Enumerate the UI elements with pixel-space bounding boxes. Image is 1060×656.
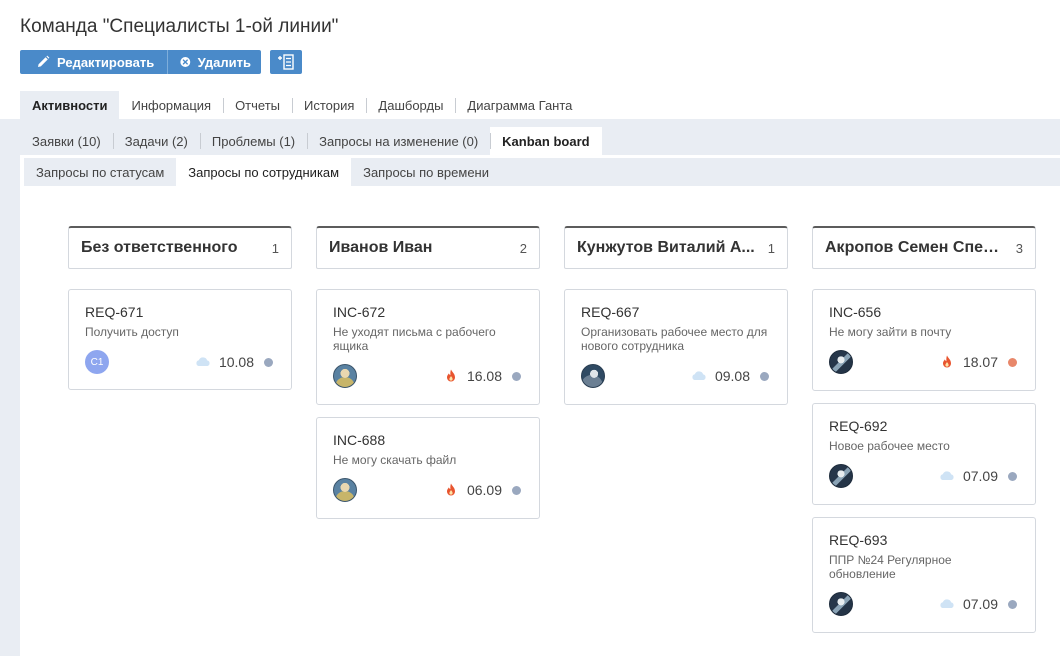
tab-requests[interactable]: Заявки (10) [20, 127, 113, 155]
column-title: Без ответственного [81, 239, 238, 256]
tab-problems[interactable]: Проблемы (1) [199, 127, 307, 155]
card-id: REQ-693 [829, 532, 888, 548]
avatar[interactable] [333, 364, 357, 388]
tab-history[interactable]: История [292, 91, 366, 119]
card-description: Получить доступ [85, 325, 179, 339]
delete-button[interactable]: Удалить [167, 50, 261, 74]
add-to-list-button[interactable] [270, 50, 302, 74]
tab-activities[interactable]: Активности [20, 91, 120, 119]
card-due-date: 07.09 [962, 468, 998, 484]
cloud-icon [940, 599, 954, 608]
avatar[interactable] [829, 464, 853, 488]
column-title: Кунжутов Виталий А... [577, 239, 755, 256]
card-footer: 18.07 [829, 350, 1017, 374]
column-count: 1 [271, 240, 279, 256]
column-count: 2 [519, 240, 527, 256]
kanban-card[interactable]: REQ-693 ППР №24 Регулярное обновление 07… [812, 517, 1036, 633]
tab-by-status[interactable]: Запросы по статусам [24, 158, 176, 186]
column-header[interactable]: Акропов Семен Спец... 3 [812, 226, 1036, 269]
card-id: INC-688 [333, 432, 386, 448]
fire-icon [942, 355, 951, 368]
tab-gantt[interactable]: Диаграмма Ганта [455, 91, 584, 119]
card-description: Не могу скачать файл [333, 453, 457, 467]
card-description: Не могу зайти в почту [829, 325, 952, 339]
avatar[interactable] [829, 592, 853, 616]
status-dot [512, 371, 521, 381]
card-id: REQ-671 [85, 304, 144, 320]
card-id: INC-672 [333, 304, 386, 320]
avatar[interactable] [333, 478, 357, 502]
card-footer: 09.08 [581, 364, 769, 388]
kanban-column: Без ответственного 1 [68, 226, 292, 269]
card-id: INC-656 [829, 304, 882, 320]
card-due-date: 10.08 [218, 354, 254, 370]
column-count: 3 [1015, 240, 1023, 256]
status-dot [1008, 471, 1017, 481]
edit-button-label: Редактировать [57, 54, 155, 70]
card-description: Не уходят письма с рабочего ящика [333, 325, 496, 353]
pencil-icon [38, 55, 50, 67]
column-header[interactable]: Без ответственного 1 [68, 226, 292, 269]
tab-tasks[interactable]: Задачи (2) [112, 127, 200, 155]
column-header[interactable]: Иванов Иван 2 [316, 226, 540, 269]
kanban-card[interactable]: REQ-667 Организовать рабочее место для н… [564, 289, 788, 405]
column-title: Акропов Семен Спец... [825, 239, 1005, 256]
kanban-card[interactable]: REQ-671 Получить доступ С1 10.08 [68, 289, 292, 390]
tab-reports[interactable]: Отчеты [223, 91, 292, 119]
remove-circle-icon [180, 57, 191, 67]
delete-button-label: Удалить [197, 54, 251, 70]
main-tabs: Активности Информация Отчеты История Даш… [20, 91, 584, 119]
kanban-column: Иванов Иван 2 [316, 226, 540, 269]
avatar[interactable]: С1 [85, 350, 109, 374]
cloud-icon [692, 371, 706, 380]
card-description: Организовать рабочее место для нового со… [581, 325, 768, 353]
sub-tabs: Заявки (10) Задачи (2) Проблемы (1) Запр… [20, 127, 602, 155]
card-footer: 06.09 [333, 478, 521, 502]
avatar[interactable] [829, 350, 853, 374]
column-count: 1 [767, 240, 775, 256]
card-footer: 07.09 [829, 464, 1017, 488]
status-dot [760, 371, 769, 381]
edit-button[interactable]: Редактировать [20, 50, 167, 74]
view-tabs: Запросы по статусам Запросы по сотрудник… [24, 158, 501, 186]
card-due-date: 18.07 [962, 354, 998, 370]
tab-dashboards[interactable]: Дашборды [366, 91, 455, 119]
tab-by-employee[interactable]: Запросы по сотрудникам [176, 158, 352, 186]
tab-information[interactable]: Информация [119, 91, 223, 119]
add-list-icon [278, 54, 294, 70]
status-dot [264, 357, 273, 367]
tab-change-requests[interactable]: Запросы на изменение (0) [307, 127, 490, 155]
kanban-column: Акропов Семен Спец... 3 [812, 226, 1036, 269]
status-dot [512, 485, 521, 495]
card-footer: С1 10.08 [85, 350, 273, 374]
kanban-card[interactable]: INC-688 Не могу скачать файл 06.09 [316, 417, 540, 519]
status-dot [1008, 599, 1017, 609]
cloud-icon [196, 357, 210, 366]
kanban-column: Кунжутов Виталий А... 1 [564, 226, 788, 269]
column-title: Иванов Иван [329, 239, 433, 256]
tab-kanban-board[interactable]: Kanban board [490, 127, 602, 155]
avatar[interactable] [581, 364, 605, 388]
kanban-card[interactable]: INC-672 Не уходят письма с рабочего ящик… [316, 289, 540, 405]
card-description: Новое рабочее место [829, 439, 950, 453]
status-dot-urgent [1008, 357, 1017, 367]
card-due-date: 16.08 [466, 368, 502, 384]
page-title: Команда "Специалисты 1-ой линии" [20, 16, 339, 37]
card-due-date: 07.09 [962, 596, 998, 612]
card-footer: 16.08 [333, 364, 521, 388]
card-id: REQ-667 [581, 304, 640, 320]
card-footer: 07.09 [829, 592, 1017, 616]
cloud-icon [940, 471, 954, 480]
kanban-card[interactable]: REQ-692 Новое рабочее место 07.09 [812, 403, 1036, 505]
card-description: ППР №24 Регулярное обновление [829, 553, 952, 581]
card-id: REQ-692 [829, 418, 888, 434]
tab-by-time[interactable]: Запросы по времени [351, 158, 501, 186]
fire-icon [446, 369, 455, 382]
card-due-date: 09.08 [714, 368, 750, 384]
toolbar: Редактировать Удалить [20, 50, 302, 74]
card-due-date: 06.09 [466, 482, 502, 498]
fire-icon [446, 483, 455, 496]
kanban-card[interactable]: INC-656 Не могу зайти в почту 18.07 [812, 289, 1036, 391]
column-header[interactable]: Кунжутов Виталий А... 1 [564, 226, 788, 269]
